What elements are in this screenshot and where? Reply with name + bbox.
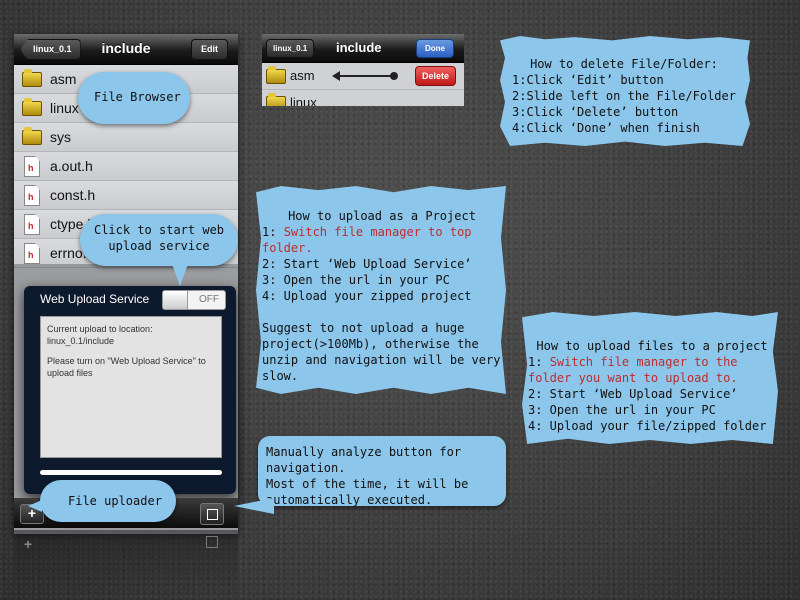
note-step: 1: Switch file manager to top folder. [262,224,502,256]
folder-icon [266,93,286,106]
note-step: 4: Upload your file/zipped folder [528,419,767,433]
web-upload-toggle[interactable]: OFF [162,290,226,310]
list-item[interactable]: linux [262,90,464,106]
delete-demo-screen: linux_0.1 include Done asm Delete linux [262,34,464,106]
upload-service-callout: Click to start web upload service [80,214,238,286]
highlighted-step: Switch file manager to top folder. [262,225,472,255]
note-step: 3: Open the url in your PC [528,403,716,417]
folder-icon [22,69,42,87]
header-icon-letter: h [28,192,34,202]
back-button[interactable]: linux_0.1 [266,39,315,58]
header-file-icon: h [24,214,40,235]
step-number: 1: [262,225,284,239]
header-icon-letter: h [28,163,34,173]
toolbar-reflection: + [14,530,238,600]
location-value: linux_0.1/include [47,336,115,346]
callout-text: Click to start web upload service [93,223,225,253]
toggle-knob[interactable] [163,291,188,309]
popover-title: Web Upload Service [40,292,150,306]
file-name: const.h [50,187,96,203]
note-step: 1: Switch file manager to the folder you… [528,354,776,386]
analyze-button[interactable] [200,503,224,525]
header-file-icon: h [24,243,40,264]
note-step: 2:Slide left on the File/Folder [512,89,736,103]
file-uploader-callout: File uploader [28,480,176,522]
note-step: 2: Start ‘Web Upload Service’ [262,257,472,271]
file-name: a.out.h [50,158,93,174]
note-step: 1:Click ‘Edit’ button [512,73,664,87]
upload-progress-bar [40,470,222,475]
note-step: 4: Upload your zipped project [262,289,472,303]
done-button[interactable]: Done [416,39,454,58]
list-item[interactable]: asm Delete [262,63,464,90]
header-icon-letter: h [28,221,34,231]
note-title: How to delete File/Folder: [530,57,718,71]
navigation-bar: linux_0.1 include Edit [14,34,238,65]
file-name: linux [50,100,79,116]
file-browser-callout: File Browser [78,72,190,124]
file-name: asm [50,71,77,87]
folder-icon [22,127,42,145]
highlighted-step: Switch file manager to the folder you wa… [528,355,738,385]
location-label: Current upload to location: [47,324,153,334]
callout-text: File uploader [68,494,162,508]
note-step: 2: Start ‘Web Upload Service’ [528,387,738,401]
toggle-state: OFF [199,294,219,305]
step-number: 1: [528,355,550,369]
list-item[interactable]: sys [14,123,238,152]
reflected-plus-icon: + [24,536,33,552]
note-step: 3: Open the url in your PC [262,273,450,287]
callout-text: File Browser [94,90,181,104]
file-name: linux [290,95,317,106]
web-upload-popover: Web Upload Service OFF Current upload to… [24,286,236,494]
note-title: How to upload files to a project [536,339,768,353]
list-item[interactable]: h const.h [14,181,238,210]
page-title: include [336,40,382,55]
delete-button[interactable]: Delete [414,66,456,86]
analyze-callout: Manually analyze button for navigation. … [234,436,506,514]
header-file-icon: h [24,185,40,206]
navigation-bar: linux_0.1 include Done [262,34,464,63]
project-upload-note: How to upload as a Project 1: Switch fil… [256,186,506,394]
note-suggestion: Suggest to not upload a huge project(>10… [262,321,501,383]
reflected-edit-icon [206,536,218,548]
upload-message: Please turn on "Web Upload Service" to u… [47,356,206,378]
folder-icon [266,66,286,84]
files-upload-note: How to upload files to a project 1: Swit… [522,312,778,444]
header-file-icon: h [24,156,40,177]
delete-instructions-note: How to delete File/Folder: 1:Click ‘Edit… [500,36,750,146]
edit-button[interactable]: Edit [191,39,228,60]
file-name: asm [290,68,315,83]
header-icon-letter: h [28,250,34,260]
folder-icon [22,98,42,116]
note-title: How to upload as a Project [288,209,476,223]
swipe-arrow-icon [332,71,398,81]
note-step: 3:Click ‘Delete’ button [512,105,679,119]
upload-status-panel: Current upload to location: linux_0.1/in… [40,316,222,458]
callout-text: Manually analyze button for navigation. … [266,445,469,507]
file-name: sys [50,129,71,145]
note-step: 4:Click ‘Done’ when finish [512,121,700,135]
list-item[interactable]: h a.out.h [14,152,238,181]
